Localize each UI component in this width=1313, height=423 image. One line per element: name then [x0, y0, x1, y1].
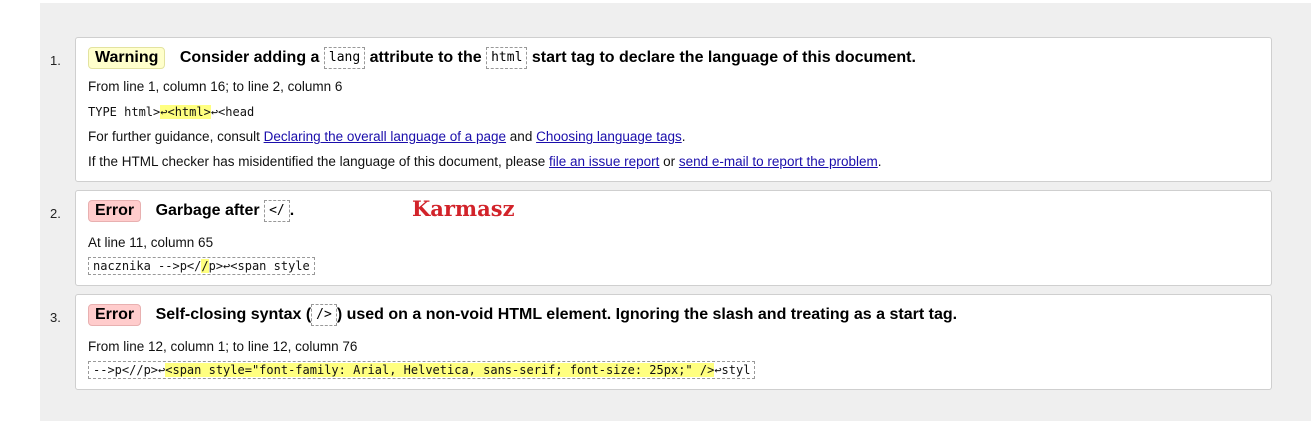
location-text: At line 11, column 65: [88, 235, 214, 250]
guidance-prefix: For further guidance, consult: [88, 129, 260, 144]
extract-before: -->p<//p>↩: [93, 363, 166, 377]
guidance-and: and: [509, 129, 533, 144]
message-text: start tag to declare the language of thi…: [531, 49, 916, 66]
declaring-language-link[interactable]: Declaring the overall language of a page: [264, 129, 506, 144]
warning-badge: Warning: [88, 47, 166, 69]
error-badge: Error: [88, 304, 142, 326]
extract-highlight: <span style="font-family: Arial, Helveti…: [165, 363, 715, 377]
extract-before: TYPE html>: [88, 105, 161, 119]
extract-highlight: ↩<html>: [160, 105, 211, 119]
guidance-line: For further guidance, consult Declaring …: [88, 129, 685, 144]
message-number: 2.: [50, 206, 61, 221]
message-number: 3.: [50, 310, 61, 325]
code-extract: nacznika -->p<//p>↩<span style: [88, 257, 315, 275]
code-token: lang: [323, 46, 366, 69]
message-number: 1.: [50, 53, 61, 68]
extract-after: p>↩<span style: [208, 259, 310, 273]
extract-after: ↩<head: [210, 105, 255, 119]
validator-results-panel: 1. Warning Consider adding a lang attrib…: [40, 3, 1311, 421]
code-extract: TYPE html>↩<html>↩<head: [88, 105, 254, 119]
overlay-annotation-text: Karmasz: [412, 196, 515, 221]
report-suffix: .: [877, 154, 882, 169]
report-prefix: If the HTML checker has misidentified th…: [88, 154, 546, 169]
guidance-suffix: .: [681, 129, 686, 144]
location-text: From line 1, column 16; to line 2, colum…: [88, 79, 343, 94]
message-text: ) used on a non-void HTML element. Ignor…: [336, 306, 958, 323]
message-item-error: 2. Error Garbage after </. At line 11, c…: [50, 190, 1272, 286]
message-text: Consider adding a: [179, 49, 320, 66]
report-line: If the HTML checker has misidentified th…: [88, 154, 882, 169]
message-item-error: 3. Error Self-closing syntax (/>) used o…: [50, 294, 1272, 390]
code-extract: -->p<//p>↩<span style="font-family: Aria…: [88, 361, 756, 379]
report-or: or: [663, 154, 676, 169]
message-text: Self-closing syntax (: [155, 306, 312, 323]
extract-highlight: /: [201, 259, 209, 273]
extract-after: ↩styl: [714, 363, 751, 377]
message-heading: Error Self-closing syntax (/>) used on a…: [88, 303, 957, 327]
message-text: .: [289, 202, 295, 219]
location-text: From line 12, column 1; to line 12, colu…: [88, 339, 358, 354]
message-heading: Warning Consider adding a lang attribute…: [88, 46, 916, 70]
code-token: </: [264, 199, 290, 222]
message-item-warning: 1. Warning Consider adding a lang attrib…: [50, 37, 1272, 182]
file-issue-link[interactable]: file an issue report: [549, 154, 659, 169]
code-token: />: [311, 303, 337, 326]
message-text: attribute to the: [369, 49, 482, 66]
choosing-language-tags-link[interactable]: Choosing language tags: [536, 129, 682, 144]
extract-before: nacznika -->p</: [93, 259, 202, 273]
send-email-link[interactable]: send e-mail to report the problem: [679, 154, 878, 169]
message-text: Garbage after: [155, 202, 260, 219]
error-badge: Error: [88, 200, 142, 222]
message-heading: Error Garbage after </.: [88, 199, 294, 223]
code-token: html: [486, 46, 528, 69]
